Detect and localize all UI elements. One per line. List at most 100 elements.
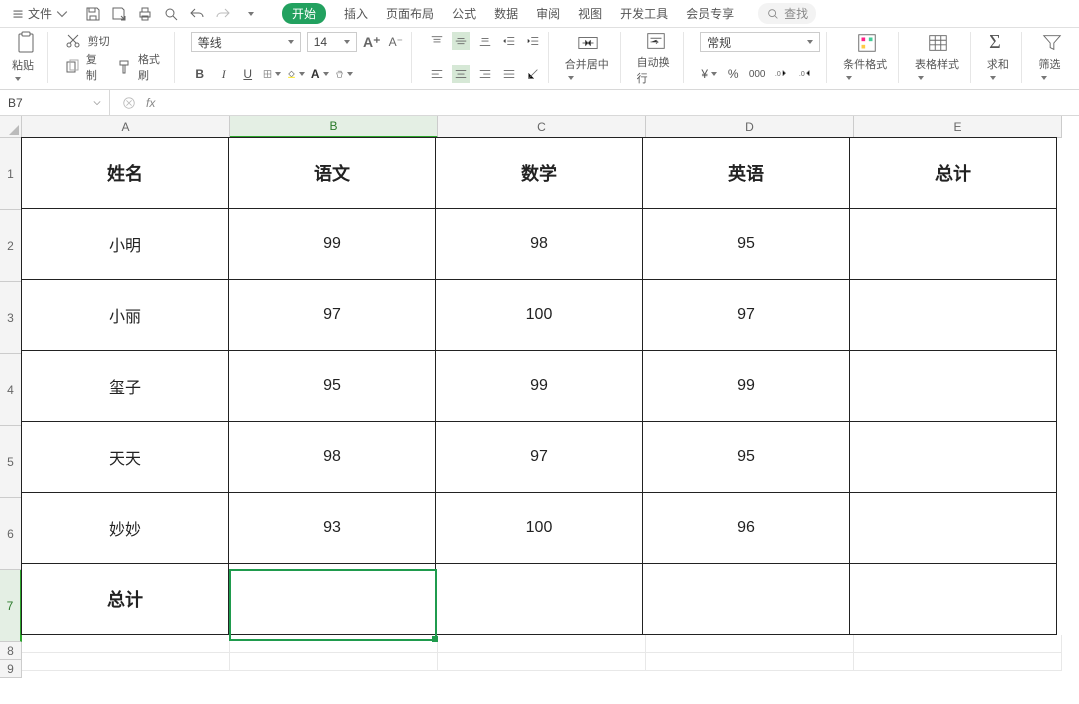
empty-cell[interactable] <box>854 635 1062 653</box>
font-color-icon[interactable]: A <box>311 65 329 83</box>
increase-font-icon[interactable]: A⁺ <box>363 33 381 51</box>
tab-devtools[interactable]: 开发工具 <box>620 5 668 22</box>
empty-cell[interactable] <box>22 635 230 653</box>
data-cell[interactable] <box>849 208 1057 280</box>
tab-home[interactable]: 开始 <box>282 3 326 24</box>
name-cell[interactable]: 小明 <box>21 208 229 280</box>
align-right-icon[interactable] <box>476 65 494 83</box>
tab-view[interactable]: 视图 <box>578 5 602 22</box>
empty-cell[interactable] <box>438 653 646 671</box>
data-cell[interactable]: 95 <box>642 421 850 493</box>
quick-access-more[interactable] <box>240 5 258 23</box>
name-cell[interactable]: 天天 <box>21 421 229 493</box>
data-cell[interactable]: 98 <box>228 421 436 493</box>
cond-format-icon[interactable] <box>856 32 880 54</box>
font-size-select[interactable]: 14 <box>307 32 357 52</box>
increase-indent-icon[interactable] <box>524 32 542 50</box>
tab-insert[interactable]: 插入 <box>344 5 368 22</box>
copy-icon[interactable] <box>64 58 80 76</box>
data-cell[interactable]: 99 <box>435 350 643 422</box>
italic-icon[interactable]: I <box>215 65 233 83</box>
row-header-2[interactable]: 2 <box>0 210 22 282</box>
empty-cell[interactable] <box>230 635 438 653</box>
data-cell[interactable]: 97 <box>642 279 850 351</box>
row-header-1[interactable]: 1 <box>0 138 22 210</box>
save-icon[interactable] <box>84 5 102 23</box>
file-menu[interactable]: 文件 <box>6 3 74 24</box>
align-center-icon[interactable] <box>452 65 470 83</box>
cond-format-label[interactable]: 条件格式 <box>843 56 892 84</box>
orientation-icon[interactable] <box>524 65 542 83</box>
borders-icon[interactable] <box>263 65 281 83</box>
align-justify-icon[interactable] <box>500 65 518 83</box>
percent-icon[interactable]: % <box>724 65 742 83</box>
col-header-B[interactable]: B <box>230 116 438 138</box>
print-preview-icon[interactable] <box>162 5 180 23</box>
data-cell[interactable]: 100 <box>435 279 643 351</box>
header-cell[interactable]: 数学 <box>435 137 643 209</box>
row-header-6[interactable]: 6 <box>0 498 22 570</box>
total-cell[interactable] <box>435 563 643 635</box>
data-cell[interactable] <box>849 492 1057 564</box>
name-cell[interactable]: 玺子 <box>21 350 229 422</box>
decrease-indent-icon[interactable] <box>500 32 518 50</box>
row-header-9[interactable]: 9 <box>0 660 22 678</box>
data-cell[interactable] <box>849 421 1057 493</box>
format-painter-icon[interactable] <box>116 58 132 76</box>
row-header-8[interactable]: 8 <box>0 642 22 660</box>
header-cell[interactable]: 语文 <box>228 137 436 209</box>
name-box[interactable]: B7 <box>0 90 110 115</box>
tab-formula[interactable]: 公式 <box>452 5 476 22</box>
col-header-C[interactable]: C <box>438 116 646 138</box>
select-all-corner[interactable] <box>0 116 22 138</box>
fx-label[interactable]: fx <box>146 96 155 110</box>
total-label-cell[interactable]: 总计 <box>21 563 229 635</box>
data-cell[interactable]: 100 <box>435 492 643 564</box>
tab-data[interactable]: 数据 <box>494 5 518 22</box>
cells-area[interactable]: 姓名语文数学英语总计小明999895小丽9710097玺子959999天天989… <box>22 138 1062 671</box>
name-cell[interactable]: 小丽 <box>21 279 229 351</box>
col-header-D[interactable]: D <box>646 116 854 138</box>
align-left-icon[interactable] <box>428 65 446 83</box>
data-cell[interactable]: 95 <box>642 208 850 280</box>
filter-label[interactable]: 筛选 <box>1038 56 1067 84</box>
wrap-label[interactable]: 自动换行 <box>637 54 678 86</box>
data-cell[interactable] <box>849 350 1057 422</box>
cancel-icon[interactable] <box>120 94 138 112</box>
name-cell[interactable]: 妙妙 <box>21 492 229 564</box>
underline-icon[interactable]: U <box>239 65 257 83</box>
format-painter-label[interactable]: 格式刷 <box>138 51 168 83</box>
data-cell[interactable]: 99 <box>642 350 850 422</box>
search-box[interactable]: 查找 <box>758 3 816 24</box>
fill-color-icon[interactable] <box>287 65 305 83</box>
data-cell[interactable]: 95 <box>228 350 436 422</box>
header-cell[interactable]: 姓名 <box>21 137 229 209</box>
sum-icon[interactable]: Σ <box>989 31 1013 54</box>
col-header-E[interactable]: E <box>854 116 1062 138</box>
header-cell[interactable]: 英语 <box>642 137 850 209</box>
data-cell[interactable]: 93 <box>228 492 436 564</box>
data-cell[interactable]: 98 <box>435 208 643 280</box>
align-middle-icon[interactable] <box>452 32 470 50</box>
align-bottom-icon[interactable] <box>476 32 494 50</box>
save-as-icon[interactable] <box>110 5 128 23</box>
sum-label[interactable]: 求和 <box>987 56 1016 84</box>
filter-icon[interactable] <box>1041 32 1065 54</box>
paste-icon[interactable] <box>14 31 38 55</box>
data-cell[interactable] <box>849 279 1057 351</box>
tab-member[interactable]: 会员专享 <box>686 5 734 22</box>
number-format-select[interactable]: 常规 <box>700 32 820 52</box>
row-header-3[interactable]: 3 <box>0 282 22 354</box>
empty-cell[interactable] <box>646 653 854 671</box>
empty-cell[interactable] <box>854 653 1062 671</box>
data-cell[interactable]: 96 <box>642 492 850 564</box>
copy-label[interactable]: 复制 <box>86 51 106 83</box>
decrease-decimal-icon[interactable]: .0 <box>796 65 814 83</box>
data-cell[interactable]: 99 <box>228 208 436 280</box>
paste-label[interactable]: 粘贴 <box>12 57 41 85</box>
redo-icon[interactable] <box>214 5 232 23</box>
print-icon[interactable] <box>136 5 154 23</box>
total-cell[interactable] <box>642 563 850 635</box>
merge-icon[interactable] <box>577 32 601 54</box>
table-style-label[interactable]: 表格样式 <box>915 56 964 84</box>
